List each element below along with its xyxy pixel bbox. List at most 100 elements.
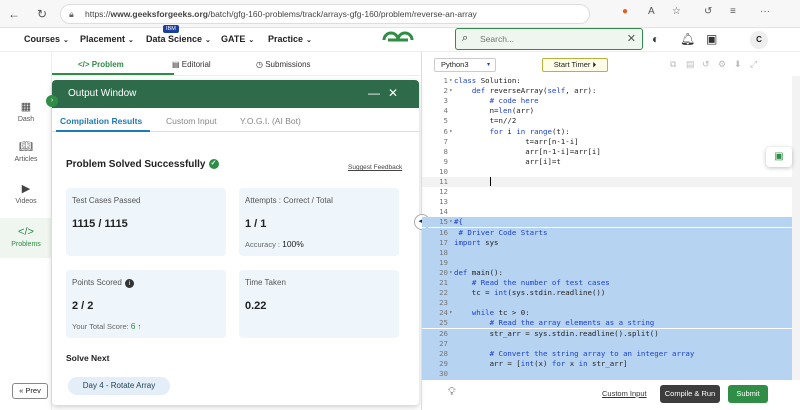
next-problem-button[interactable]: Day 4 - Rotate Array bbox=[68, 377, 170, 395]
tab-compilation-results[interactable]: Compilation Results bbox=[60, 116, 142, 126]
submit-button[interactable]: Submit bbox=[728, 385, 768, 403]
line-number: 21 bbox=[439, 278, 448, 287]
code-line: 27 bbox=[422, 338, 792, 349]
left-sidebar: ▦ Dash 📖︎ Articles ▶ Videos </> Problems bbox=[0, 52, 52, 410]
editorial-icon: ▤ bbox=[172, 60, 182, 69]
expand-icon[interactable]: › bbox=[46, 95, 58, 107]
line-text: # Read the array elements as a string bbox=[489, 318, 655, 328]
lock-icon: 🔒︎ bbox=[69, 9, 74, 19]
file-icon[interactable]: ▤ bbox=[686, 59, 695, 70]
tab-editorial[interactable]: ▤ Editorial bbox=[172, 60, 211, 69]
extension-icon[interactable]: ● bbox=[622, 6, 628, 17]
gfg-logo-icon[interactable] bbox=[381, 30, 415, 50]
nav-courses[interactable]: Courses ⌄ bbox=[24, 34, 69, 44]
sidebar-item-dash[interactable]: ▦ Dash bbox=[0, 100, 52, 124]
code-line: 11 bbox=[422, 177, 792, 187]
avatar[interactable]: C bbox=[750, 31, 768, 49]
line-number: 3 bbox=[443, 96, 448, 106]
settings-icon[interactable]: ⚙ bbox=[718, 59, 726, 70]
code-line: 28 # Convert the string array to an inte… bbox=[422, 348, 792, 359]
active-tab-indicator bbox=[52, 73, 174, 75]
ibm-badge: IBM bbox=[163, 25, 179, 33]
line-number: 5 bbox=[443, 116, 448, 126]
reload-icon[interactable]: ↻ bbox=[34, 6, 50, 22]
bulb-icon[interactable]: 💡︎ bbox=[448, 386, 456, 399]
line-text: def reverseArray(self, arr): bbox=[471, 86, 597, 96]
line-number: 20 bbox=[439, 267, 448, 277]
url-path: /batch/gfg-160-problems/track/arrays-gfg… bbox=[207, 9, 477, 19]
line-number: 1 bbox=[443, 76, 448, 85]
sidebar-item-videos[interactable]: ▶ Videos bbox=[0, 182, 52, 208]
line-text: import sys bbox=[454, 237, 499, 247]
problem-tabs: </> Problem ▤ Editorial ◷ Submissions bbox=[52, 56, 420, 76]
time-label: Time Taken bbox=[245, 278, 286, 287]
more-icon[interactable]: ··· bbox=[760, 6, 770, 17]
check-icon: ✓ bbox=[208, 159, 219, 170]
sidebar-item-problems[interactable]: </> Problems bbox=[0, 218, 52, 258]
suggest-feedback-link[interactable]: Suggest Feedback bbox=[348, 164, 402, 171]
line-number: 17 bbox=[439, 237, 448, 247]
favorite-icon[interactable]: ☆ bbox=[672, 6, 681, 17]
editor-toolbar: Python3 ▾ Start Timer ⏵ ⧉ ▤ ↺ ⚙ ⬇ ⤢ bbox=[422, 56, 800, 74]
tablet-icon[interactable]: ▣ bbox=[706, 32, 717, 46]
bell-icon[interactable]: 🔔︎ bbox=[680, 32, 695, 46]
time-card: Time Taken 0.22 bbox=[239, 270, 399, 338]
custom-input-link[interactable]: Custom Input bbox=[602, 389, 647, 398]
tab-yogi-bot[interactable]: Y.O.G.I. (AI Bot) bbox=[240, 116, 301, 126]
code-line: 12 bbox=[422, 187, 792, 197]
code-line: 20 ▾ def main(): bbox=[422, 267, 792, 278]
tab-submissions[interactable]: ◷ Submissions bbox=[256, 60, 311, 69]
code-editor[interactable]: 1 ▾ class Solution: 2 ▾ def reverseArray(sel… bbox=[422, 76, 792, 380]
fullscreen-icon[interactable]: ⤢ bbox=[750, 59, 757, 70]
tab-custom-input[interactable]: Custom Input bbox=[166, 116, 217, 126]
nav-practice[interactable]: Practice ⌄ bbox=[268, 34, 312, 44]
start-timer-button[interactable]: Start Timer ⏵ bbox=[542, 58, 608, 72]
minimize-icon[interactable]: — bbox=[368, 86, 380, 100]
line-number: 18 bbox=[439, 247, 448, 257]
line-text: t=arr[n-1-i] bbox=[454, 136, 579, 146]
reset-icon[interactable]: ↺ bbox=[702, 59, 710, 70]
refresh-ext-icon[interactable]: ↺ bbox=[704, 6, 712, 17]
editor-scrollbar[interactable] bbox=[792, 76, 800, 380]
code-line: 19 bbox=[422, 257, 792, 268]
code-line: 29 arr = [int(x) for x in str_arr] bbox=[422, 358, 792, 369]
back-icon[interactable]: ← bbox=[6, 6, 22, 22]
nav-placement[interactable]: Placement ⌄ bbox=[80, 34, 134, 44]
prev-button[interactable]: « Prev bbox=[12, 383, 48, 399]
attempts-label: Attempts : Correct / Total bbox=[245, 196, 333, 205]
line-number: 2 bbox=[443, 86, 448, 96]
copy-icon[interactable]: ⧉ bbox=[670, 59, 676, 70]
line-number: 19 bbox=[439, 257, 448, 267]
code-line: 22 tc = int(sys.stdin.readline()) bbox=[422, 288, 792, 299]
sidebar-item-articles[interactable]: 📖︎ Articles bbox=[0, 140, 52, 164]
search-box: ⌕ ✕ bbox=[455, 28, 643, 50]
accuracy: Accuracy : 100% bbox=[245, 239, 304, 249]
nav-gate[interactable]: GATE ⌄ bbox=[221, 34, 254, 44]
url-prefix: https:// bbox=[85, 9, 111, 19]
code-line: 21 # Read the number of test cases bbox=[422, 278, 792, 288]
close-icon[interactable]: ✕ bbox=[627, 32, 636, 45]
compile-run-button[interactable]: Compile & Run bbox=[660, 385, 720, 403]
download-icon[interactable]: ⬇ bbox=[734, 59, 742, 70]
browser-toolbar: ← ↻ 🔒︎ https://www.geeksforgeeks.org/batc… bbox=[0, 0, 800, 28]
line-text: # code here bbox=[489, 96, 539, 106]
attempts-card: Attempts : Correct / Total 1 / 1 Accurac… bbox=[239, 188, 399, 256]
theme-toggle-icon[interactable]: ◐ bbox=[652, 32, 659, 46]
line-number: 26 bbox=[439, 328, 448, 338]
search-input[interactable] bbox=[480, 32, 620, 46]
close-icon[interactable]: ✕ bbox=[388, 86, 398, 100]
nav-data-science[interactable]: Data Science ⌄ bbox=[146, 34, 211, 44]
code-line: 31 # Create a Solution object bbox=[422, 379, 792, 380]
line-text: # Create a Solution object bbox=[454, 379, 606, 380]
chat-icon[interactable]: ▣ bbox=[766, 147, 792, 167]
address-bar[interactable]: 🔒︎ https://www.geeksforgeeks.org/batch/gf… bbox=[60, 4, 590, 24]
line-number: 8 bbox=[443, 146, 448, 156]
info-icon[interactable]: i bbox=[124, 279, 134, 288]
line-text: t=n//2 bbox=[454, 116, 517, 126]
favorites-bar-icon[interactable]: ≡ bbox=[730, 6, 736, 17]
language-select[interactable]: Python3 ▾ bbox=[434, 58, 496, 72]
read-aloud-icon[interactable]: A bbox=[648, 6, 655, 17]
solve-next-heading: Solve Next bbox=[66, 353, 110, 363]
line-number: 15 bbox=[439, 217, 448, 227]
tab-problem[interactable]: </> Problem bbox=[78, 60, 124, 69]
